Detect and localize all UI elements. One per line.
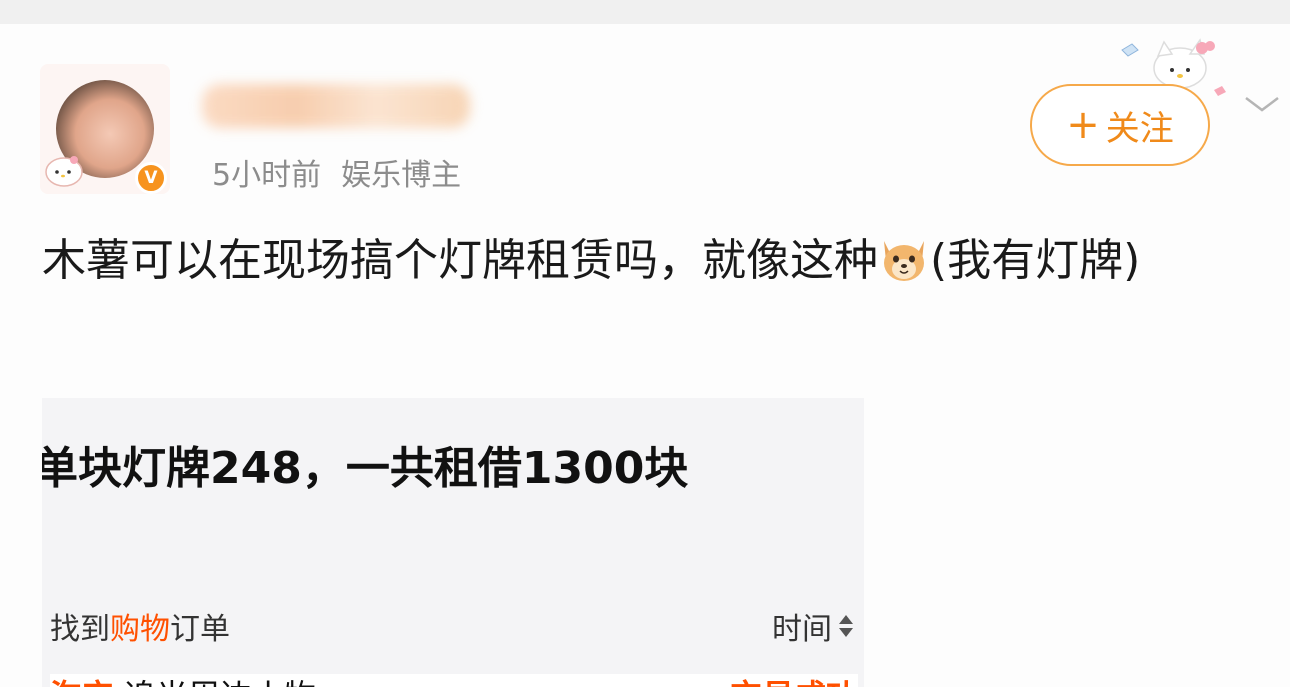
- time-sort-label: 时间: [772, 612, 832, 647]
- search-prefix: 找到: [50, 612, 110, 647]
- more-options-button[interactable]: [1238, 84, 1286, 124]
- verified-v-icon: V: [135, 162, 167, 194]
- post-meta: 5小时前 娱乐博主: [212, 152, 462, 193]
- post-body: 木薯可以在现场搞个灯牌租赁吗，就像这种 (我有灯牌): [42, 226, 1262, 296]
- taobao-logo: 淘宝: [50, 671, 114, 687]
- dog-face-emoji-icon: [884, 241, 924, 281]
- order-panel: 找到购物订单 时间 淘宝 追光周边小物 › 交易成功: [42, 566, 864, 687]
- weibo-post-card: V 5小时前 娱乐博主 + 关注 木薯可以在现场搞个灯牌租赁吗，就像这种 (我有…: [0, 24, 1290, 687]
- image-headline: 单块灯牌248，一共租借1300块: [42, 443, 689, 494]
- order-status: 交易成功: [730, 671, 858, 687]
- attached-image[interactable]: 单块灯牌248，一共租借1300块 找到购物订单 时间 淘宝 追光周边小物 › …: [42, 398, 864, 687]
- order-search-summary: 找到购物订单: [50, 604, 230, 648]
- shop-name: 追光周边小物: [124, 671, 316, 687]
- hello-kitty-avatar-frame-icon: [45, 156, 83, 187]
- post-text-part1: 木薯可以在现场搞个灯牌租赁吗，就像这种: [42, 235, 878, 286]
- chevron-down-icon: [1245, 97, 1279, 112]
- author-tag: 娱乐博主: [341, 158, 462, 193]
- username-blurred[interactable]: [202, 84, 470, 128]
- top-divider-bar: [0, 0, 1290, 24]
- order-row: 淘宝 追光周边小物 › 交易成功: [50, 674, 858, 687]
- search-suffix: 订单: [170, 612, 230, 647]
- follow-label: 关注: [1105, 108, 1174, 149]
- chevron-right-icon: ›: [326, 679, 336, 687]
- time-sort: 时间: [772, 604, 854, 648]
- plus-icon: +: [1066, 102, 1100, 148]
- follow-button[interactable]: + 关注: [1030, 84, 1210, 166]
- post-text-part2: (我有灯牌): [930, 235, 1141, 286]
- search-highlight: 购物: [110, 612, 170, 647]
- avatar[interactable]: V: [40, 64, 170, 194]
- sort-arrows-icon: [839, 615, 853, 637]
- post-time: 5小时前: [212, 158, 322, 193]
